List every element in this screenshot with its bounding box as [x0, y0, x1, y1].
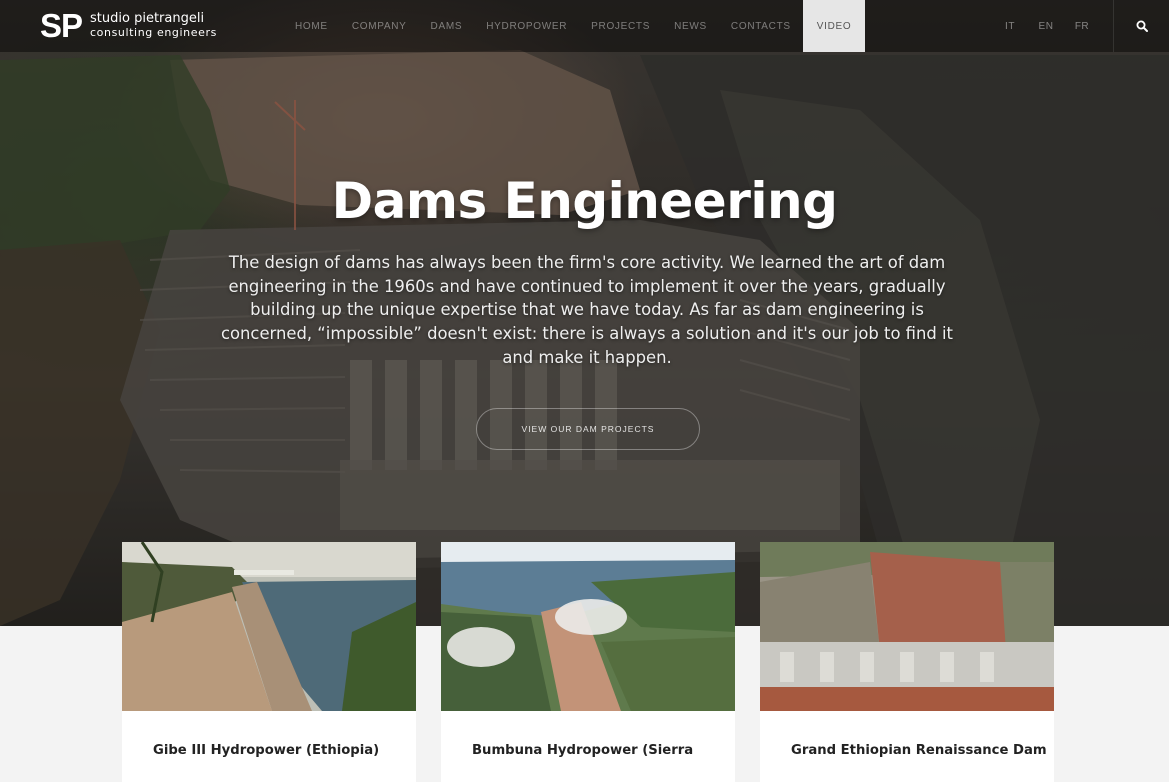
logo-mark: SP	[40, 7, 83, 44]
lang-en[interactable]: EN	[1028, 0, 1064, 52]
hero-title: Dams Engineering	[331, 172, 838, 230]
hero-section: Dams Engineering The design of dams has …	[0, 0, 1169, 626]
nav-item-company[interactable]: COMPANY	[340, 0, 419, 52]
project-card-gerd[interactable]: Grand Ethiopian Renaissance Dam	[760, 542, 1054, 782]
view-dam-projects-button[interactable]: VIEW OUR DAM PROJECTS	[476, 408, 700, 450]
logo-name-line1: studio pietrangeli	[90, 11, 205, 26]
project-card-bumbuna[interactable]: Bumbuna Hydropower (Sierra	[441, 542, 735, 782]
logo-name-line2: consulting engineers	[90, 26, 217, 39]
lang-fr[interactable]: FR	[1064, 0, 1100, 52]
nav-item-video[interactable]: VIDEO	[802, 0, 866, 52]
project-card-title: Bumbuna Hydropower (Sierra	[472, 743, 694, 758]
nav-item-news[interactable]: NEWS	[662, 0, 719, 52]
nav-item-contacts[interactable]: CONTACTS	[719, 0, 803, 52]
project-card-title: Grand Ethiopian Renaissance Dam	[791, 743, 1047, 758]
logo-wordmark: studio pietrangeli consulting engineers	[90, 12, 217, 40]
lang-it[interactable]: IT	[992, 0, 1028, 52]
main-nav: HOME COMPANY DAMS HYDROPOWER PROJECTS NE…	[283, 0, 866, 52]
site-logo[interactable]: SP studio pietrangeli consulting enginee…	[40, 8, 217, 44]
project-image-bumbuna	[441, 542, 735, 711]
nav-item-dams[interactable]: DAMS	[419, 0, 475, 52]
nav-item-projects[interactable]: PROJECTS	[579, 0, 662, 52]
project-image-gibe-iii	[122, 542, 416, 711]
project-card-title: Gibe III Hydropower (Ethiopia)	[153, 743, 380, 758]
search-button[interactable]	[1113, 0, 1169, 52]
nav-item-home[interactable]: HOME	[283, 0, 340, 52]
site-header: SP studio pietrangeli consulting enginee…	[0, 0, 1169, 52]
search-icon	[1136, 20, 1148, 32]
nav-item-hydropower[interactable]: HYDROPOWER	[474, 0, 579, 52]
hero-description: The design of dams has always been the f…	[221, 253, 953, 367]
project-card-gibe-iii[interactable]: Gibe III Hydropower (Ethiopia)	[122, 542, 416, 782]
project-image-gerd	[760, 542, 1054, 711]
language-switcher: IT EN FR	[992, 0, 1100, 52]
